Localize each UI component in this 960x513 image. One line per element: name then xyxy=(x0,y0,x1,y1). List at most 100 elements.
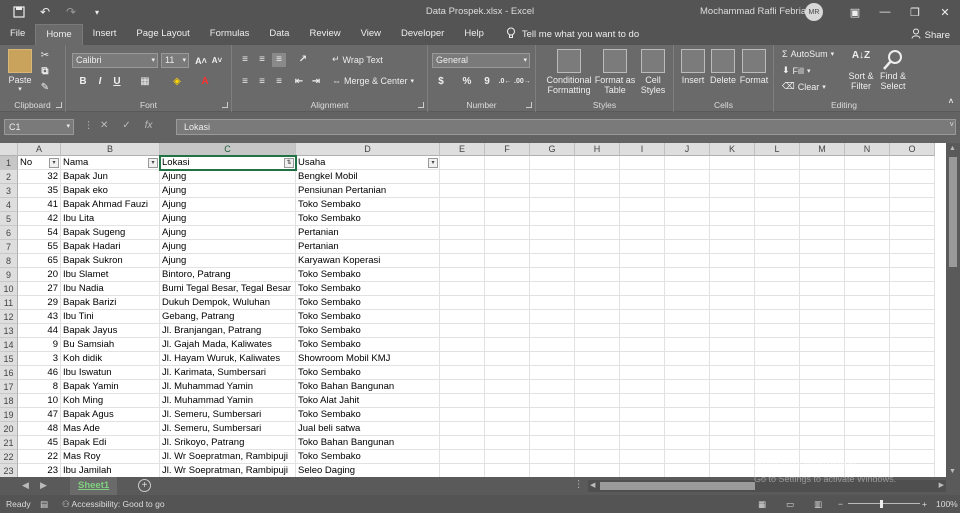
insert-function-icon[interactable]: fx xyxy=(145,120,153,131)
empty-cell[interactable] xyxy=(530,338,575,352)
table-cell[interactable]: Toko Sembako xyxy=(296,296,440,310)
table-cell[interactable]: Bapak Jun xyxy=(61,170,160,184)
horizontal-scroll-thumb[interactable] xyxy=(600,482,755,490)
empty-cell[interactable] xyxy=(575,436,620,450)
empty-cell[interactable] xyxy=(530,366,575,380)
empty-cell[interactable] xyxy=(530,212,575,226)
empty-cell[interactable] xyxy=(890,464,935,477)
empty-cell[interactable] xyxy=(575,352,620,366)
format-painter-icon[interactable]: ✎ xyxy=(38,81,52,95)
align-left-icon[interactable]: ≡ xyxy=(238,75,252,89)
row-header[interactable]: 18 xyxy=(0,394,18,408)
empty-cell[interactable] xyxy=(575,254,620,268)
empty-cell[interactable] xyxy=(710,240,755,254)
empty-cell[interactable] xyxy=(530,310,575,324)
empty-cell[interactable] xyxy=(620,212,665,226)
expand-formula-icon[interactable]: ˅ xyxy=(949,120,954,129)
empty-cell[interactable] xyxy=(845,170,890,184)
table-cell[interactable]: Bintoro, Patrang xyxy=(160,268,296,282)
row-header[interactable]: 22 xyxy=(0,450,18,464)
row-header[interactable]: 11 xyxy=(0,296,18,310)
empty-cell[interactable] xyxy=(440,268,485,282)
empty-cell[interactable] xyxy=(710,464,755,477)
empty-cell[interactable] xyxy=(665,282,710,296)
page-layout-view-icon[interactable]: ▭ xyxy=(786,495,794,513)
empty-cell[interactable] xyxy=(440,352,485,366)
tab-insert[interactable]: Insert xyxy=(83,24,127,45)
row-header[interactable]: 6 xyxy=(0,226,18,240)
empty-cell[interactable] xyxy=(890,170,935,184)
tab-developer[interactable]: Developer xyxy=(391,24,454,45)
zoom-out-icon[interactable]: − xyxy=(838,495,843,513)
empty-cell[interactable] xyxy=(710,254,755,268)
table-cell[interactable]: Toko Sembako xyxy=(296,338,440,352)
empty-cell[interactable] xyxy=(755,170,800,184)
copy-icon[interactable]: ⧉ xyxy=(38,65,52,79)
empty-cell[interactable] xyxy=(800,240,845,254)
table-cell[interactable]: Ibu Tini xyxy=(61,310,160,324)
empty-cell[interactable] xyxy=(440,380,485,394)
row-header[interactable]: 1 xyxy=(0,156,18,170)
empty-cell[interactable] xyxy=(890,394,935,408)
empty-cell[interactable] xyxy=(800,394,845,408)
tab-page-layout[interactable]: Page Layout xyxy=(126,24,199,45)
zoom-slider[interactable] xyxy=(848,503,920,504)
empty-cell[interactable] xyxy=(845,212,890,226)
table-cell[interactable]: Jl. Hayam Wuruk, Kaliwates xyxy=(160,352,296,366)
empty-cell[interactable] xyxy=(575,296,620,310)
table-cell[interactable]: Ajung xyxy=(160,226,296,240)
table-cell[interactable]: Ibu Jamilah xyxy=(61,464,160,477)
empty-cell[interactable] xyxy=(485,408,530,422)
empty-cell[interactable] xyxy=(620,366,665,380)
zoom-in-icon[interactable]: + xyxy=(922,495,927,513)
table-cell[interactable]: Ibu Iswatun xyxy=(61,366,160,380)
empty-cell[interactable] xyxy=(890,366,935,380)
empty-cell[interactable] xyxy=(530,198,575,212)
empty-cell[interactable] xyxy=(755,422,800,436)
table-cell[interactable]: 65 xyxy=(18,254,61,268)
empty-cell[interactable] xyxy=(620,324,665,338)
table-cell[interactable]: Bu Samsiah xyxy=(61,338,160,352)
table-cell[interactable]: Toko Sembako xyxy=(296,450,440,464)
empty-cell[interactable] xyxy=(575,422,620,436)
table-cell[interactable]: Toko Sembako xyxy=(296,366,440,380)
clear-button[interactable]: ⌫ Clear ▾ xyxy=(782,81,826,92)
increase-indent-icon[interactable]: ⇥ xyxy=(309,75,323,89)
table-cell[interactable]: Bumi Tegal Besar, Tegal Besar xyxy=(160,282,296,296)
empty-cell[interactable] xyxy=(620,198,665,212)
empty-cell[interactable] xyxy=(440,450,485,464)
empty-cell[interactable] xyxy=(665,394,710,408)
table-cell[interactable]: 48 xyxy=(18,422,61,436)
align-middle-icon[interactable]: ≡ xyxy=(255,53,269,67)
empty-cell[interactable] xyxy=(440,226,485,240)
save-icon[interactable] xyxy=(8,2,30,22)
enter-icon[interactable]: ✓ xyxy=(122,120,130,131)
paste-button[interactable]: Paste ▾ xyxy=(6,49,34,95)
comma-style-button[interactable]: 9 xyxy=(480,75,494,89)
table-cell[interactable]: Bengkel Mobil xyxy=(296,170,440,184)
empty-cell[interactable] xyxy=(665,338,710,352)
cut-icon[interactable]: ✂ xyxy=(38,49,52,63)
tab-review[interactable]: Review xyxy=(299,24,350,45)
empty-cell[interactable] xyxy=(800,212,845,226)
row-header[interactable]: 8 xyxy=(0,254,18,268)
alignment-launcher-icon[interactable] xyxy=(418,102,424,108)
table-cell[interactable]: Ibu Slamet xyxy=(61,268,160,282)
empty-cell[interactable] xyxy=(665,198,710,212)
row-header[interactable]: 10 xyxy=(0,282,18,296)
empty-cell[interactable] xyxy=(755,198,800,212)
table-cell[interactable]: Jl. Wr Soepratman, Rambipuji xyxy=(160,464,296,477)
empty-cell[interactable] xyxy=(665,380,710,394)
table-cell[interactable]: Ajung xyxy=(160,170,296,184)
empty-cell[interactable] xyxy=(575,394,620,408)
next-sheet-icon[interactable]: ▶ xyxy=(40,480,47,491)
empty-cell[interactable] xyxy=(800,184,845,198)
zoom-slider-thumb[interactable] xyxy=(880,500,883,508)
empty-cell[interactable] xyxy=(665,296,710,310)
empty-cell[interactable] xyxy=(620,422,665,436)
table-cell[interactable]: 55 xyxy=(18,240,61,254)
table-cell[interactable]: Jl. Branjangan, Patrang xyxy=(160,324,296,338)
empty-cell[interactable] xyxy=(575,170,620,184)
select-all-corner[interactable] xyxy=(0,143,18,156)
table-cell[interactable]: Mas Roy xyxy=(61,450,160,464)
